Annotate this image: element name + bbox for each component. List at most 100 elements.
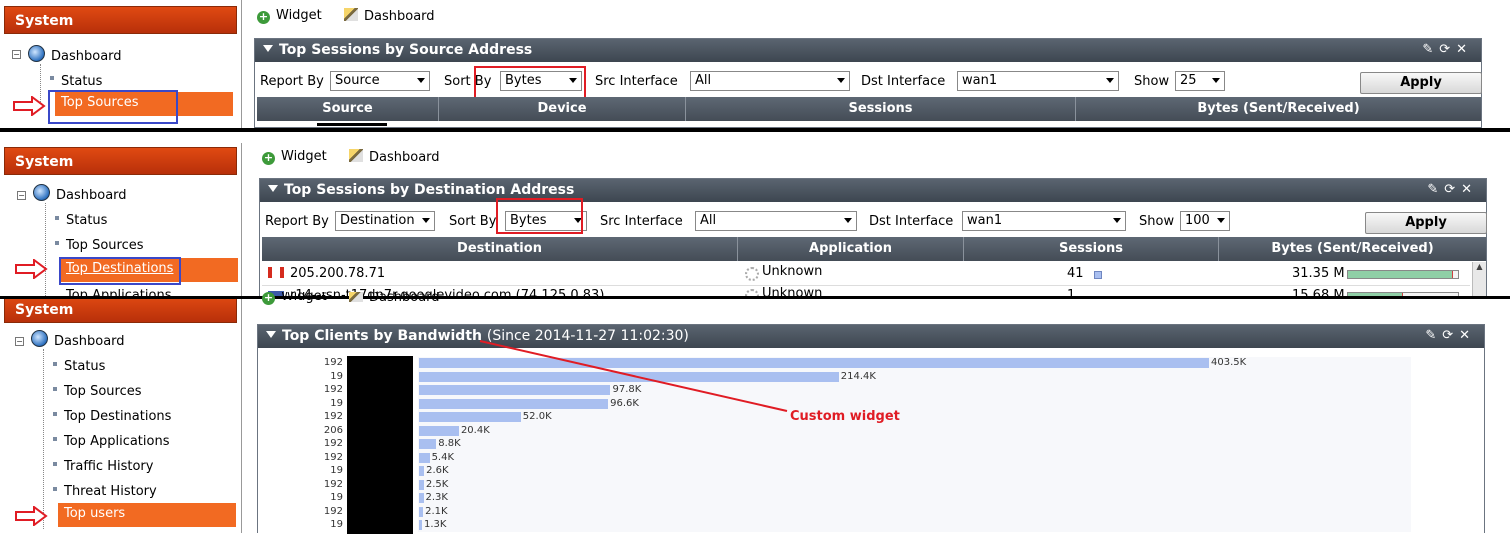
- dst-interface-label: Dst Interface: [861, 74, 946, 89]
- show-select[interactable]: 25: [1175, 71, 1225, 91]
- chevron-down-icon: [1106, 78, 1114, 83]
- destination-cell[interactable]: 205.200.78.71: [290, 266, 385, 281]
- toolbar: + Widget Dashboard: [242, 6, 1510, 28]
- report-by-select[interactable]: Source: [330, 71, 430, 91]
- show-value: 25: [1180, 73, 1197, 88]
- src-interface-value: All: [700, 213, 717, 228]
- bytes-cell: 31.35 M: [1292, 266, 1345, 281]
- sidebar-item-top-applications[interactable]: Top Applications: [64, 434, 169, 449]
- show-select[interactable]: 100: [1180, 211, 1230, 231]
- sort-indicator: [317, 123, 387, 126]
- dashboard-button[interactable]: Dashboard: [349, 149, 440, 165]
- dashboard-label: Dashboard: [364, 9, 435, 24]
- dst-interface-value: wan1: [967, 213, 1003, 228]
- report-by-value: Source: [335, 73, 380, 88]
- sidebar-dashboard[interactable]: Dashboard: [54, 334, 125, 349]
- collapse-icon[interactable]: −: [17, 191, 26, 200]
- apply-button[interactable]: Apply: [1365, 212, 1487, 234]
- panel-title[interactable]: Top Sessions by Destination Address: [260, 179, 1486, 202]
- red-arrow-icon: [15, 259, 48, 279]
- sidebar-dashboard[interactable]: Dashboard: [51, 49, 122, 64]
- sidebar-item-status[interactable]: Status: [61, 74, 102, 89]
- dst-interface-select[interactable]: wan1: [957, 71, 1119, 91]
- red-arrow-icon: [15, 506, 48, 526]
- dst-interface-label: Dst Interface: [869, 214, 954, 229]
- edit-icon: [349, 149, 363, 162]
- report-by-value: Destination: [340, 213, 415, 228]
- src-interface-label: Src Interface: [600, 214, 683, 229]
- sidebar-dashboard[interactable]: Dashboard: [56, 188, 127, 203]
- sidebar-item-threat-history[interactable]: Threat History: [64, 484, 157, 499]
- panel-controls[interactable]: ✎⟳✕: [1422, 42, 1473, 57]
- src-interface-label: Src Interface: [595, 74, 678, 89]
- sidebar-section1: System − Dashboard Status Top Sources: [0, 0, 242, 128]
- column-header-sessions[interactable]: Sessions: [964, 237, 1219, 261]
- report-by-select[interactable]: Destination: [335, 211, 435, 231]
- widget-button[interactable]: + Widget: [257, 8, 322, 24]
- system-header[interactable]: System: [4, 299, 237, 323]
- main-section3: + Widget Dashboard Top Clients by Bandwid…: [242, 292, 1510, 534]
- dst-interface-select[interactable]: wan1: [962, 211, 1126, 231]
- red-arrow-icon: [13, 96, 46, 116]
- show-label: Show: [1134, 74, 1170, 89]
- widget-button[interactable]: + Widget: [262, 149, 327, 165]
- application-cell: Unknown: [762, 264, 823, 279]
- sidebar-section3: System − Dashboard Status Top Sources To…: [0, 299, 242, 533]
- report-by-label: Report By: [260, 74, 324, 89]
- column-header-application[interactable]: Application: [738, 237, 964, 261]
- sidebar-item-traffic-history[interactable]: Traffic History: [64, 459, 153, 474]
- sidebar-item-top-sources[interactable]: Top Sources: [64, 384, 142, 399]
- collapse-icon[interactable]: −: [12, 50, 21, 59]
- panel-title-text: Top Sessions by Source Address: [279, 42, 533, 58]
- toolbar: + Widget Dashboard: [242, 147, 1510, 169]
- panel-title[interactable]: Top Sessions by Source Address: [255, 39, 1481, 62]
- src-interface-value: All: [695, 73, 712, 88]
- top-sessions-destination-panel: Top Sessions by Destination Address ✎⟳✕ …: [259, 178, 1487, 299]
- table-row[interactable]: 205.200.78.71 Unknown 41 31.35 M: [262, 262, 1470, 286]
- chevron-down-icon: [1113, 218, 1121, 223]
- main-section2: + Widget Dashboard Top Sessions by Destin…: [242, 143, 1510, 299]
- system-header[interactable]: System: [4, 147, 237, 175]
- apply-button[interactable]: Apply: [1360, 72, 1482, 94]
- src-interface-select[interactable]: All: [690, 71, 850, 91]
- collapse-triangle-icon[interactable]: [268, 185, 278, 192]
- dashboard-label: Dashboard: [369, 150, 440, 165]
- gear-icon: [745, 267, 759, 281]
- panel-controls[interactable]: ✎⟳✕: [1427, 182, 1478, 197]
- sessions-cell: 41: [1067, 266, 1084, 281]
- column-header-bytes[interactable]: Bytes (Sent/Received): [1219, 237, 1486, 261]
- widget-label: Widget: [281, 149, 327, 164]
- table-header: Source Device Sessions Bytes (Sent/Recei…: [257, 97, 1481, 121]
- sidebar-item-top-users[interactable]: Top users: [58, 503, 236, 527]
- column-header-bytes[interactable]: Bytes (Sent/Received): [1076, 97, 1481, 121]
- sidebar-item-top-destinations[interactable]: Top Destinations: [64, 409, 171, 424]
- edit-icon: [344, 8, 358, 21]
- sort-by-label: Sort By: [449, 214, 497, 229]
- show-label: Show: [1139, 214, 1175, 229]
- collapse-triangle-icon[interactable]: [263, 45, 273, 52]
- collapse-icon[interactable]: −: [15, 337, 24, 346]
- column-header-source[interactable]: Source: [257, 97, 439, 121]
- highlight-box: [496, 198, 583, 234]
- dashboard-button[interactable]: Dashboard: [344, 8, 435, 24]
- annotation-text: Custom widget: [790, 409, 900, 424]
- sessions-bar: [1094, 271, 1102, 279]
- src-interface-select[interactable]: All: [695, 211, 857, 231]
- highlight-box: [48, 90, 178, 124]
- sidebar-item-top-sources[interactable]: Top Sources: [66, 238, 144, 253]
- sidebar-item-status[interactable]: Status: [66, 213, 107, 228]
- column-header-sessions[interactable]: Sessions: [686, 97, 1076, 121]
- dashboard-icon: [33, 184, 50, 201]
- canada-flag-icon: [268, 267, 284, 278]
- bytes-bar-track: [1347, 270, 1459, 279]
- system-header[interactable]: System: [4, 6, 237, 34]
- column-header-destination[interactable]: Destination: [262, 237, 738, 261]
- chevron-down-icon: [1212, 78, 1220, 83]
- sidebar-item-status[interactable]: Status: [64, 359, 105, 374]
- sidebar-item-label: Top users: [64, 506, 126, 521]
- top-sessions-source-panel: Top Sessions by Source Address ✎⟳✕ Repor…: [254, 38, 1482, 128]
- panel-title-text: Top Sessions by Destination Address: [284, 182, 575, 198]
- dashboard-icon: [31, 330, 48, 347]
- column-header-device[interactable]: Device: [439, 97, 686, 121]
- chevron-down-icon: [417, 78, 425, 83]
